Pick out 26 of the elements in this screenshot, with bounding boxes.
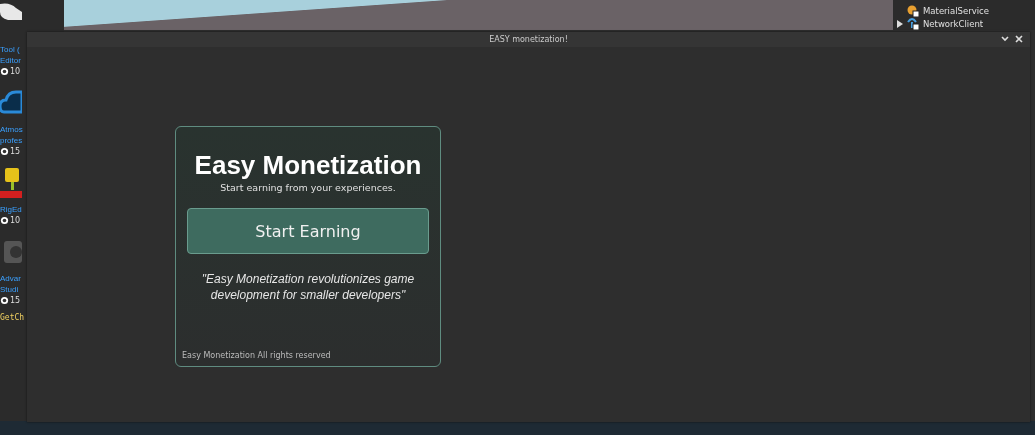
expand-arrow-icon[interactable] bbox=[897, 19, 903, 28]
start-earning-button[interactable]: Start Earning bbox=[187, 208, 429, 254]
explorer-item-label: MaterialService bbox=[923, 5, 989, 16]
subtitle: Start earning from your experiences. bbox=[220, 182, 396, 193]
chevron-down-icon[interactable] bbox=[1000, 34, 1010, 44]
price-text: 15 bbox=[10, 296, 21, 305]
explorer-row[interactable]: NetworkClient bbox=[897, 17, 1035, 30]
app-title: Easy Monetization bbox=[194, 151, 422, 179]
quote-text: "Easy Monetization revolutionizes game development for smaller developers" bbox=[200, 271, 416, 303]
explorer-row[interactable]: MaterialService bbox=[897, 4, 1035, 17]
material-icon bbox=[907, 4, 919, 17]
price-text: 10 bbox=[10, 67, 21, 76]
price-text: 15 bbox=[10, 147, 21, 156]
plugin-name[interactable]: profes bbox=[0, 135, 23, 146]
plugin-name[interactable]: RigEd bbox=[0, 204, 22, 215]
plugin-name[interactable]: Atmos bbox=[0, 124, 23, 135]
plugin-name[interactable]: Editor bbox=[0, 55, 21, 66]
window-title: EASY monetization! bbox=[489, 35, 568, 44]
code-text: GetCh bbox=[0, 313, 26, 322]
copyright-text: Easy Monetization All rights reserved bbox=[182, 351, 331, 360]
close-icon[interactable] bbox=[1014, 34, 1024, 44]
plugin-name[interactable]: Advar bbox=[0, 273, 21, 284]
plugin-name[interactable]: Studi bbox=[0, 284, 19, 295]
plugin-name[interactable]: Tool ( bbox=[0, 44, 20, 55]
explorer-item-label: NetworkClient bbox=[923, 18, 984, 29]
price-text: 10 bbox=[10, 216, 21, 225]
